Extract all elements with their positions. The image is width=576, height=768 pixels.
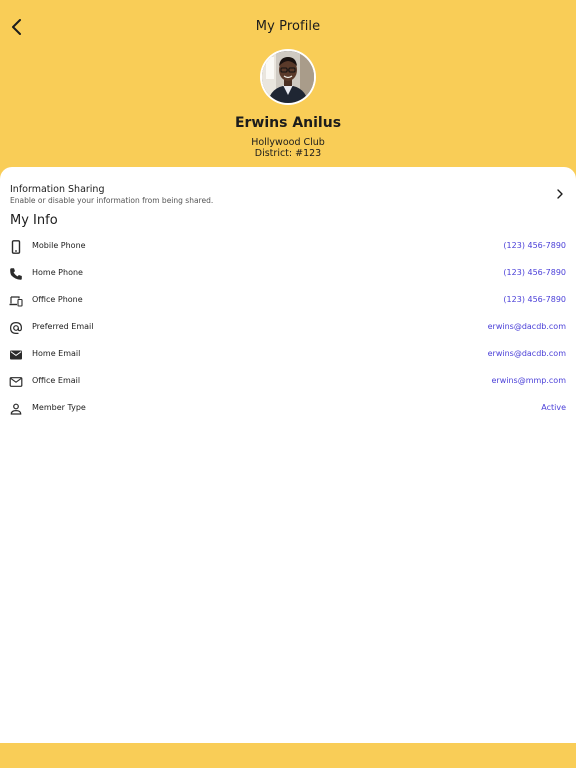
info-label: Member Type <box>32 403 86 412</box>
info-value[interactable]: (123) 456-7890 <box>503 268 566 277</box>
profile-header: My Profile Erwins Anilus Hollywood Club … <box>0 0 576 170</box>
info-value[interactable]: erwins@dacdb.com <box>488 322 566 331</box>
info-row-office-phone: Office Phone (123) 456-7890 <box>0 292 576 312</box>
chevron-right-icon <box>557 189 563 199</box>
info-row-member-type: Member Type Active <box>0 400 576 420</box>
mobile-phone-icon <box>11 240 21 254</box>
info-value[interactable]: (123) 456-7890 <box>503 295 566 304</box>
bottom-bar <box>0 743 576 768</box>
info-label: Office Email <box>32 376 81 385</box>
info-label: Home Email <box>32 349 81 358</box>
avatar[interactable] <box>260 49 316 105</box>
phone-icon <box>10 268 22 280</box>
info-row-office-email: Office Email erwins@mmp.com <box>0 373 576 393</box>
information-sharing-row[interactable]: Information Sharing Enable or disable yo… <box>0 182 576 208</box>
mail-filled-icon <box>10 350 22 360</box>
person-icon <box>10 403 22 415</box>
info-value[interactable]: Active <box>541 403 566 412</box>
at-sign-icon <box>9 321 23 334</box>
info-label: Mobile Phone <box>32 241 86 250</box>
page-title: My Profile <box>255 19 321 34</box>
profile-card: Information Sharing Enable or disable yo… <box>0 167 576 743</box>
info-label: Preferred Email <box>32 322 94 331</box>
profile-club: Hollywood Club <box>251 137 325 148</box>
profile-district: District: #123 <box>254 148 322 159</box>
avatar-photo <box>262 51 314 103</box>
info-label: Office Phone <box>32 295 83 304</box>
devices-icon <box>9 296 23 307</box>
mail-outline-icon <box>9 377 23 387</box>
info-row-preferred-email: Preferred Email erwins@dacdb.com <box>0 319 576 339</box>
info-row-mobile-phone: Mobile Phone (123) 456-7890 <box>0 238 576 258</box>
profile-name: Erwins Anilus <box>234 115 342 131</box>
info-value[interactable]: (123) 456-7890 <box>503 241 566 250</box>
sharing-title: Information Sharing <box>10 184 105 195</box>
my-info-title: My Info <box>10 213 58 228</box>
info-row-home-email: Home Email erwins@dacdb.com <box>0 346 576 366</box>
profile-screen: My Profile Erwins Anilus Hollywood Club … <box>0 0 576 768</box>
info-row-home-phone: Home Phone (123) 456-7890 <box>0 265 576 285</box>
info-value[interactable]: erwins@dacdb.com <box>488 349 566 358</box>
sharing-subtitle: Enable or disable your information from … <box>10 196 214 205</box>
info-label: Home Phone <box>32 268 83 277</box>
info-value[interactable]: erwins@mmp.com <box>491 376 566 385</box>
